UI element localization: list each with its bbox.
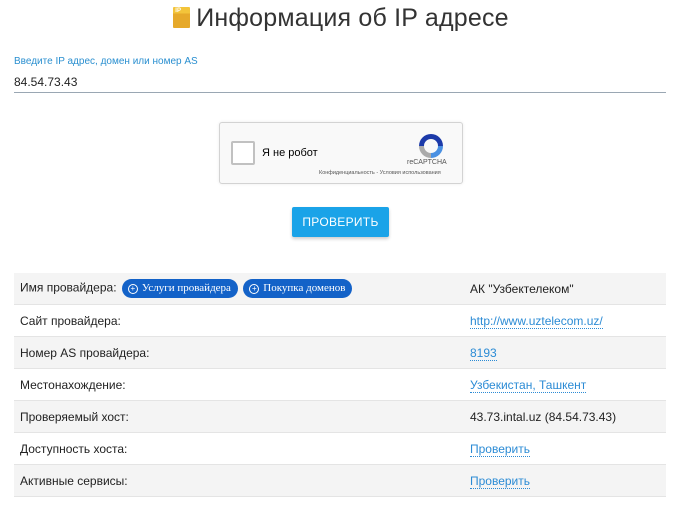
page-title-text: Информация об IP адресе (196, 4, 509, 32)
row-value: 43.73.intal.uz (84.54.73.43) (462, 400, 666, 433)
provider-services-button[interactable]: + Услуги провайдера (121, 279, 238, 298)
search-label: Введите IP адрес, домен или номер AS (14, 56, 198, 67)
check-button[interactable]: ПРОВЕРИТЬ (292, 207, 389, 237)
row-value-cell: Проверить (462, 432, 666, 465)
plus-circle-icon: + (249, 284, 260, 294)
recaptcha-logo-icon (419, 134, 443, 158)
row-value: АК "Узбектелеком" (462, 273, 666, 305)
row-value-cell: http://www.uztelecom.uz/ (462, 304, 666, 337)
recaptcha-widget: Я не робот reCAPTCHA Конфиденциальность … (219, 122, 463, 184)
recaptcha-checkbox[interactable] (231, 141, 255, 165)
location-link[interactable]: Узбекистан, Ташкент (470, 377, 587, 393)
recaptcha-label: Я не робот (262, 147, 318, 159)
row-label: Имя провайдера: (20, 280, 117, 295)
table-row: Активные сервисы: Проверить (14, 464, 666, 497)
row-value-cell: 8193 (462, 336, 666, 369)
plus-circle-icon: + (127, 284, 138, 294)
table-row: Номер AS провайдера: 8193 (14, 336, 666, 369)
active-services-link[interactable]: Проверить (470, 473, 531, 489)
provider-services-label: Услуги провайдера (141, 282, 231, 294)
row-value-cell: Узбекистан, Ташкент (462, 368, 666, 401)
table-row: Местонахождение: Узбекистан, Ташкент (14, 368, 666, 401)
table-row: Имя провайдера: + Услуги провайдера + Поку… (14, 273, 666, 305)
provider-site-link[interactable]: http://www.uztelecom.uz/ (470, 313, 603, 329)
row-label: Активные сервисы: (14, 464, 462, 497)
row-label: Доступность хоста: (14, 432, 462, 465)
table-row: Проверяемый хост: 43.73.intal.uz (84.54.… (14, 400, 666, 433)
ip-document-icon (173, 7, 191, 28)
search-input[interactable] (14, 72, 666, 93)
as-number-link[interactable]: 8193 (470, 345, 497, 361)
recaptcha-terms[interactable]: Конфиденциальность - Условия использован… (319, 170, 441, 176)
ip-info-table: Имя провайдера: + Услуги провайдера + Поку… (14, 273, 666, 497)
recaptcha-brand: reCAPTCHA (407, 159, 447, 166)
row-value-cell: Проверить (462, 464, 666, 497)
row-label: Сайт провайдера: (14, 304, 462, 337)
host-availability-link[interactable]: Проверить (470, 441, 531, 457)
table-row: Доступность хоста: Проверить (14, 432, 666, 465)
row-label: Номер AS провайдера: (14, 336, 462, 369)
row-label: Проверяемый хост: (14, 400, 462, 433)
table-row: Сайт провайдера: http://www.uztelecom.uz… (14, 304, 666, 337)
buy-domains-label: Покупка доменов (263, 282, 346, 294)
row-label-cell: Имя провайдера: + Услуги провайдера + Поку… (14, 273, 462, 305)
buy-domains-button[interactable]: + Покупка доменов (243, 279, 353, 298)
page-title: Информация об IP адресе (0, 4, 682, 33)
row-label: Местонахождение: (14, 368, 462, 401)
